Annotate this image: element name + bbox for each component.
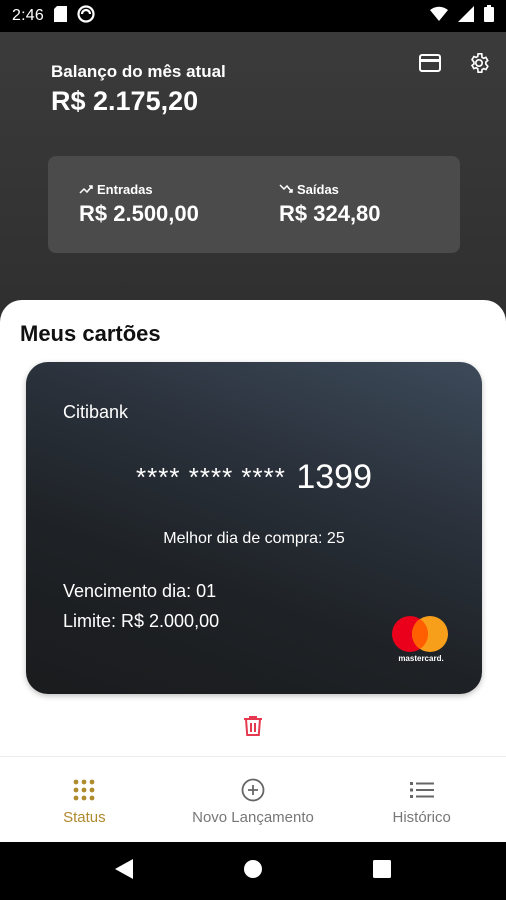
- home-icon[interactable]: [243, 859, 262, 883]
- delete-card-button[interactable]: [243, 715, 263, 737]
- card-number: **** **** **** 1399: [26, 458, 482, 497]
- signal-icon: [458, 5, 474, 27]
- bottom-nav: Status Novo Lançamento Histórico: [0, 756, 506, 842]
- wifi-icon: [430, 6, 448, 27]
- card-best-day: Melhor dia de compra: 25: [163, 530, 345, 547]
- income-label: Entradas: [97, 182, 153, 197]
- status-time: 2:46: [12, 7, 44, 24]
- nav-item-new-entry[interactable]: Novo Lançamento: [169, 757, 338, 842]
- income-summary: Entradas R$ 2.500,00: [79, 182, 199, 227]
- credit-card[interactable]: Citibank **** **** **** 1399 Melhor dia …: [26, 362, 482, 694]
- balance-label: Balanço do mês atual: [51, 62, 226, 81]
- battery-icon: [484, 5, 494, 27]
- card-bank-name: Citibank: [63, 402, 129, 422]
- cards-sheet: Meus cartões Citibank **** **** **** 139…: [0, 300, 506, 756]
- card-number-last-digits: 1399: [296, 458, 372, 496]
- trending-up-icon: [79, 182, 93, 197]
- nav-label-history: Histórico: [392, 809, 451, 826]
- income-value: R$ 2.500,00: [79, 201, 199, 226]
- section-title: Meus cartões: [20, 321, 161, 346]
- expense-label: Saídas: [297, 182, 339, 197]
- cards-button[interactable]: [417, 52, 443, 78]
- summary-box: Entradas R$ 2.500,00 Saídas R$ 324,80: [48, 156, 460, 253]
- card-number-mask: **** **** ****: [136, 462, 286, 492]
- list-icon: [409, 777, 435, 803]
- nav-item-status[interactable]: Status: [0, 757, 169, 842]
- settings-button[interactable]: [466, 52, 492, 78]
- gear-icon: [468, 52, 490, 79]
- nav-label-new-entry: Novo Lançamento: [192, 809, 314, 826]
- nav-item-history[interactable]: Histórico: [337, 757, 506, 842]
- card-limit: Limite: R$ 2.000,00: [63, 611, 220, 631]
- trending-down-icon: [279, 182, 293, 197]
- expense-value: R$ 324,80: [279, 201, 381, 226]
- balance-value: R$ 2.175,20: [51, 86, 199, 116]
- status-bar: 2:46: [0, 0, 506, 32]
- trash-icon: [243, 716, 263, 741]
- sd-card-icon: [53, 5, 67, 27]
- grid-dots-icon: [71, 777, 97, 803]
- card-due-day: Vencimento dia: 01: [63, 581, 217, 601]
- back-icon[interactable]: [115, 858, 134, 884]
- plus-circle-icon: [240, 777, 266, 803]
- vpn-icon: [77, 4, 95, 28]
- balance-header: Balanço do mês atual R$ 2.175,20 Entrada…: [0, 32, 506, 322]
- expense-summary: Saídas R$ 324,80: [279, 182, 381, 227]
- card-brand: mastercard.: [398, 654, 444, 663]
- card-icon: [419, 53, 441, 77]
- recents-icon[interactable]: [372, 859, 391, 883]
- nav-label-status: Status: [63, 809, 106, 826]
- system-nav-bar: [0, 842, 506, 900]
